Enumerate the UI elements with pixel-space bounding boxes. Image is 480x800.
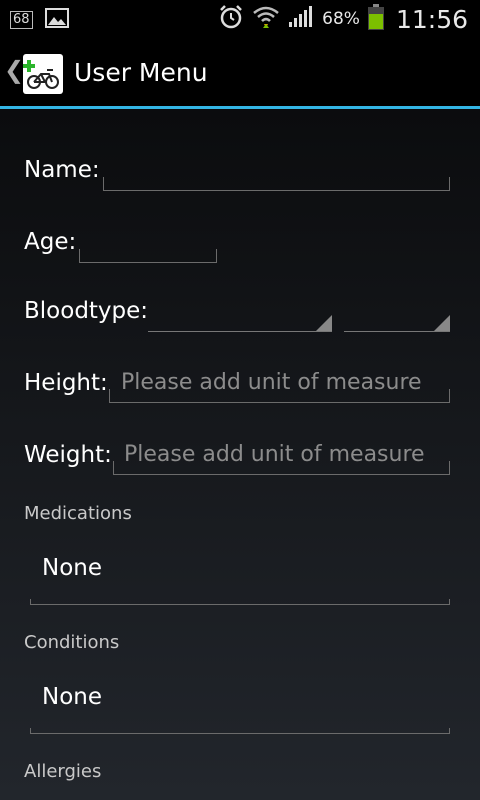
signal-strength-icon — [288, 6, 314, 32]
medications-field[interactable] — [30, 599, 450, 605]
action-bar: ❮ User Menu — [0, 38, 480, 106]
bloodtype-group-spinner[interactable] — [148, 314, 332, 332]
name-label: Name: — [24, 157, 100, 183]
page-title: User Menu — [74, 58, 208, 87]
app-logo-icon[interactable] — [23, 54, 63, 94]
medications-header: Medications — [24, 503, 132, 524]
notification-count-icon: 68 — [10, 11, 33, 29]
battery-icon — [367, 4, 384, 34]
image-notification-icon — [44, 8, 69, 32]
weight-input[interactable] — [113, 461, 450, 475]
clock-time: 11:56 — [395, 4, 468, 34]
conditions-field[interactable] — [30, 728, 450, 734]
bloodtype-rh-spinner[interactable] — [344, 314, 450, 332]
bloodtype-label: Bloodtype: — [24, 298, 149, 324]
conditions-header: Conditions — [24, 632, 120, 653]
user-form: Name: Age: Bloodtype: Height: Please add… — [0, 109, 480, 800]
medications-value[interactable]: None — [42, 555, 102, 581]
age-label: Age: — [24, 229, 77, 255]
allergies-header: Allergies — [24, 761, 102, 782]
weight-label: Weight: — [24, 442, 112, 468]
wifi-icon — [252, 4, 280, 34]
battery-percent: 68% — [322, 9, 360, 29]
height-input[interactable] — [109, 389, 450, 403]
name-input[interactable] — [103, 177, 450, 191]
status-bar: 68 68% 11:56 — [0, 0, 480, 38]
age-input[interactable] — [79, 249, 217, 263]
height-label: Height: — [24, 370, 108, 396]
back-chevron-icon[interactable]: ❮ — [4, 56, 24, 84]
conditions-value[interactable]: None — [42, 684, 102, 710]
alarm-clock-icon — [218, 4, 244, 34]
